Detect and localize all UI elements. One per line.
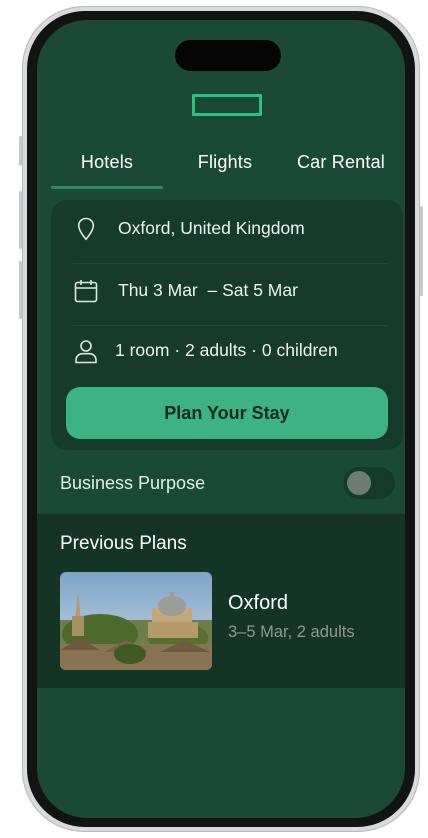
dynamic-island <box>175 40 281 71</box>
date-range-value: Thu 3 Mar – Sat 5 Mar <box>118 280 298 300</box>
tab-flights[interactable]: Flights <box>175 152 275 173</box>
location-pin-icon <box>77 217 95 241</box>
phone-bezel: Hotels Flights Car Rental Oxford, United… <box>27 11 415 827</box>
phone-frame: Hotels Flights Car Rental Oxford, United… <box>19 6 423 832</box>
tab-car-rental[interactable]: Car Rental <box>285 152 397 173</box>
side-button <box>420 206 423 296</box>
plan-your-stay-button[interactable]: Plan Your Stay <box>66 387 388 439</box>
person-icon <box>75 340 97 364</box>
active-tab-indicator <box>51 186 163 189</box>
previous-plan-city[interactable]: Oxford <box>228 592 288 615</box>
brand-logo <box>192 94 262 116</box>
oxford-skyline-image <box>60 572 212 670</box>
oxford-photo[interactable] <box>60 572 212 670</box>
guests-field[interactable]: 1 room · 2 adults · 0 children <box>51 322 403 378</box>
guests-value: 1 room · 2 adults · 0 children <box>115 340 338 360</box>
previous-plans-section: Previous Plans Oxford 3–5 Mar, 2 adults <box>37 514 405 688</box>
tab-hotels[interactable]: Hotels <box>51 152 163 173</box>
side-button <box>19 136 22 166</box>
location-field[interactable]: Oxford, United Kingdom <box>51 200 403 256</box>
search-card: Oxford, United Kingdom Thu 3 Mar – Sat 5… <box>51 200 403 450</box>
app-screen: Hotels Flights Car Rental Oxford, United… <box>37 20 405 818</box>
business-purpose-label: Business Purpose <box>60 473 206 493</box>
calendar-icon <box>74 280 98 303</box>
side-button <box>19 191 22 249</box>
side-button <box>19 261 22 319</box>
toggle-knob <box>347 471 371 495</box>
previous-plan-details: 3–5 Mar, 2 adults <box>228 623 355 641</box>
location-value: Oxford, United Kingdom <box>118 218 305 238</box>
tab-bar: Hotels Flights Car Rental <box>37 144 405 189</box>
business-purpose-toggle[interactable] <box>343 467 395 499</box>
date-field[interactable]: Thu 3 Mar – Sat 5 Mar <box>51 262 403 318</box>
previous-plans-title: Previous Plans <box>60 533 187 554</box>
